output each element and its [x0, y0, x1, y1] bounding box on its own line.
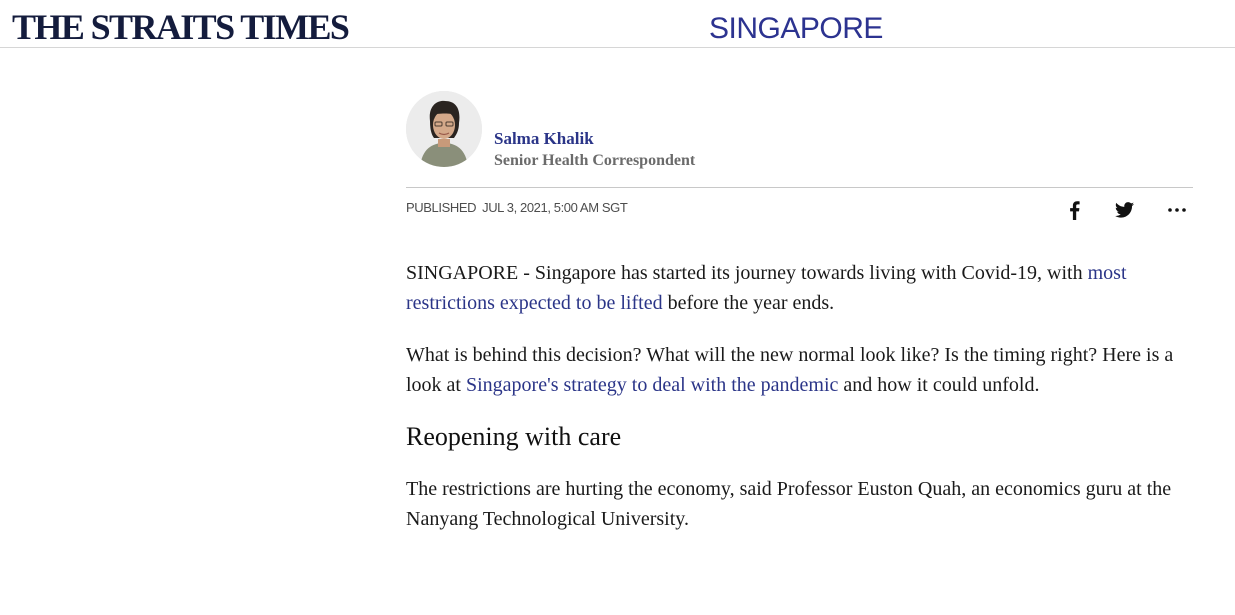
- paragraph: The restrictions are hurting the economy…: [406, 478, 1172, 530]
- author-photo: [406, 91, 482, 167]
- published-meta: PUBLISHED JUL 3, 2021, 5:00 AM SGT: [406, 200, 628, 216]
- strategy-link[interactable]: Singapore's strategy to deal with the pa…: [466, 374, 838, 396]
- published-date: JUL 3, 2021, 5:00 AM SGT: [482, 200, 628, 215]
- author-block: Salma Khalik Senior Health Correspondent: [406, 91, 806, 171]
- paragraph: What is behind this decision? What will …: [406, 344, 1174, 396]
- facebook-icon: [1069, 200, 1080, 220]
- site-header: THE STRAITS TIMES SINGAPORE: [0, 0, 1235, 48]
- author-avatar[interactable]: [406, 91, 482, 167]
- section-heading: Reopening with care: [406, 422, 622, 451]
- article-body: SINGAPORE - Singapore has started its jo…: [406, 258, 1196, 556]
- twitter-share-button[interactable]: [1112, 197, 1136, 223]
- paragraph: SINGAPORE - Singapore has started its jo…: [406, 262, 1127, 314]
- author-name[interactable]: Salma Khalik: [494, 128, 594, 150]
- site-logo[interactable]: THE STRAITS TIMES: [12, 7, 350, 47]
- published-label: PUBLISHED: [406, 200, 477, 215]
- more-icon: [1168, 208, 1186, 212]
- section-title[interactable]: SINGAPORE: [709, 11, 883, 47]
- divider: [406, 187, 1193, 188]
- more-share-button[interactable]: [1164, 197, 1190, 223]
- twitter-icon: [1114, 202, 1134, 218]
- facebook-share-button[interactable]: [1064, 197, 1084, 223]
- author-role: Senior Health Correspondent: [494, 152, 696, 169]
